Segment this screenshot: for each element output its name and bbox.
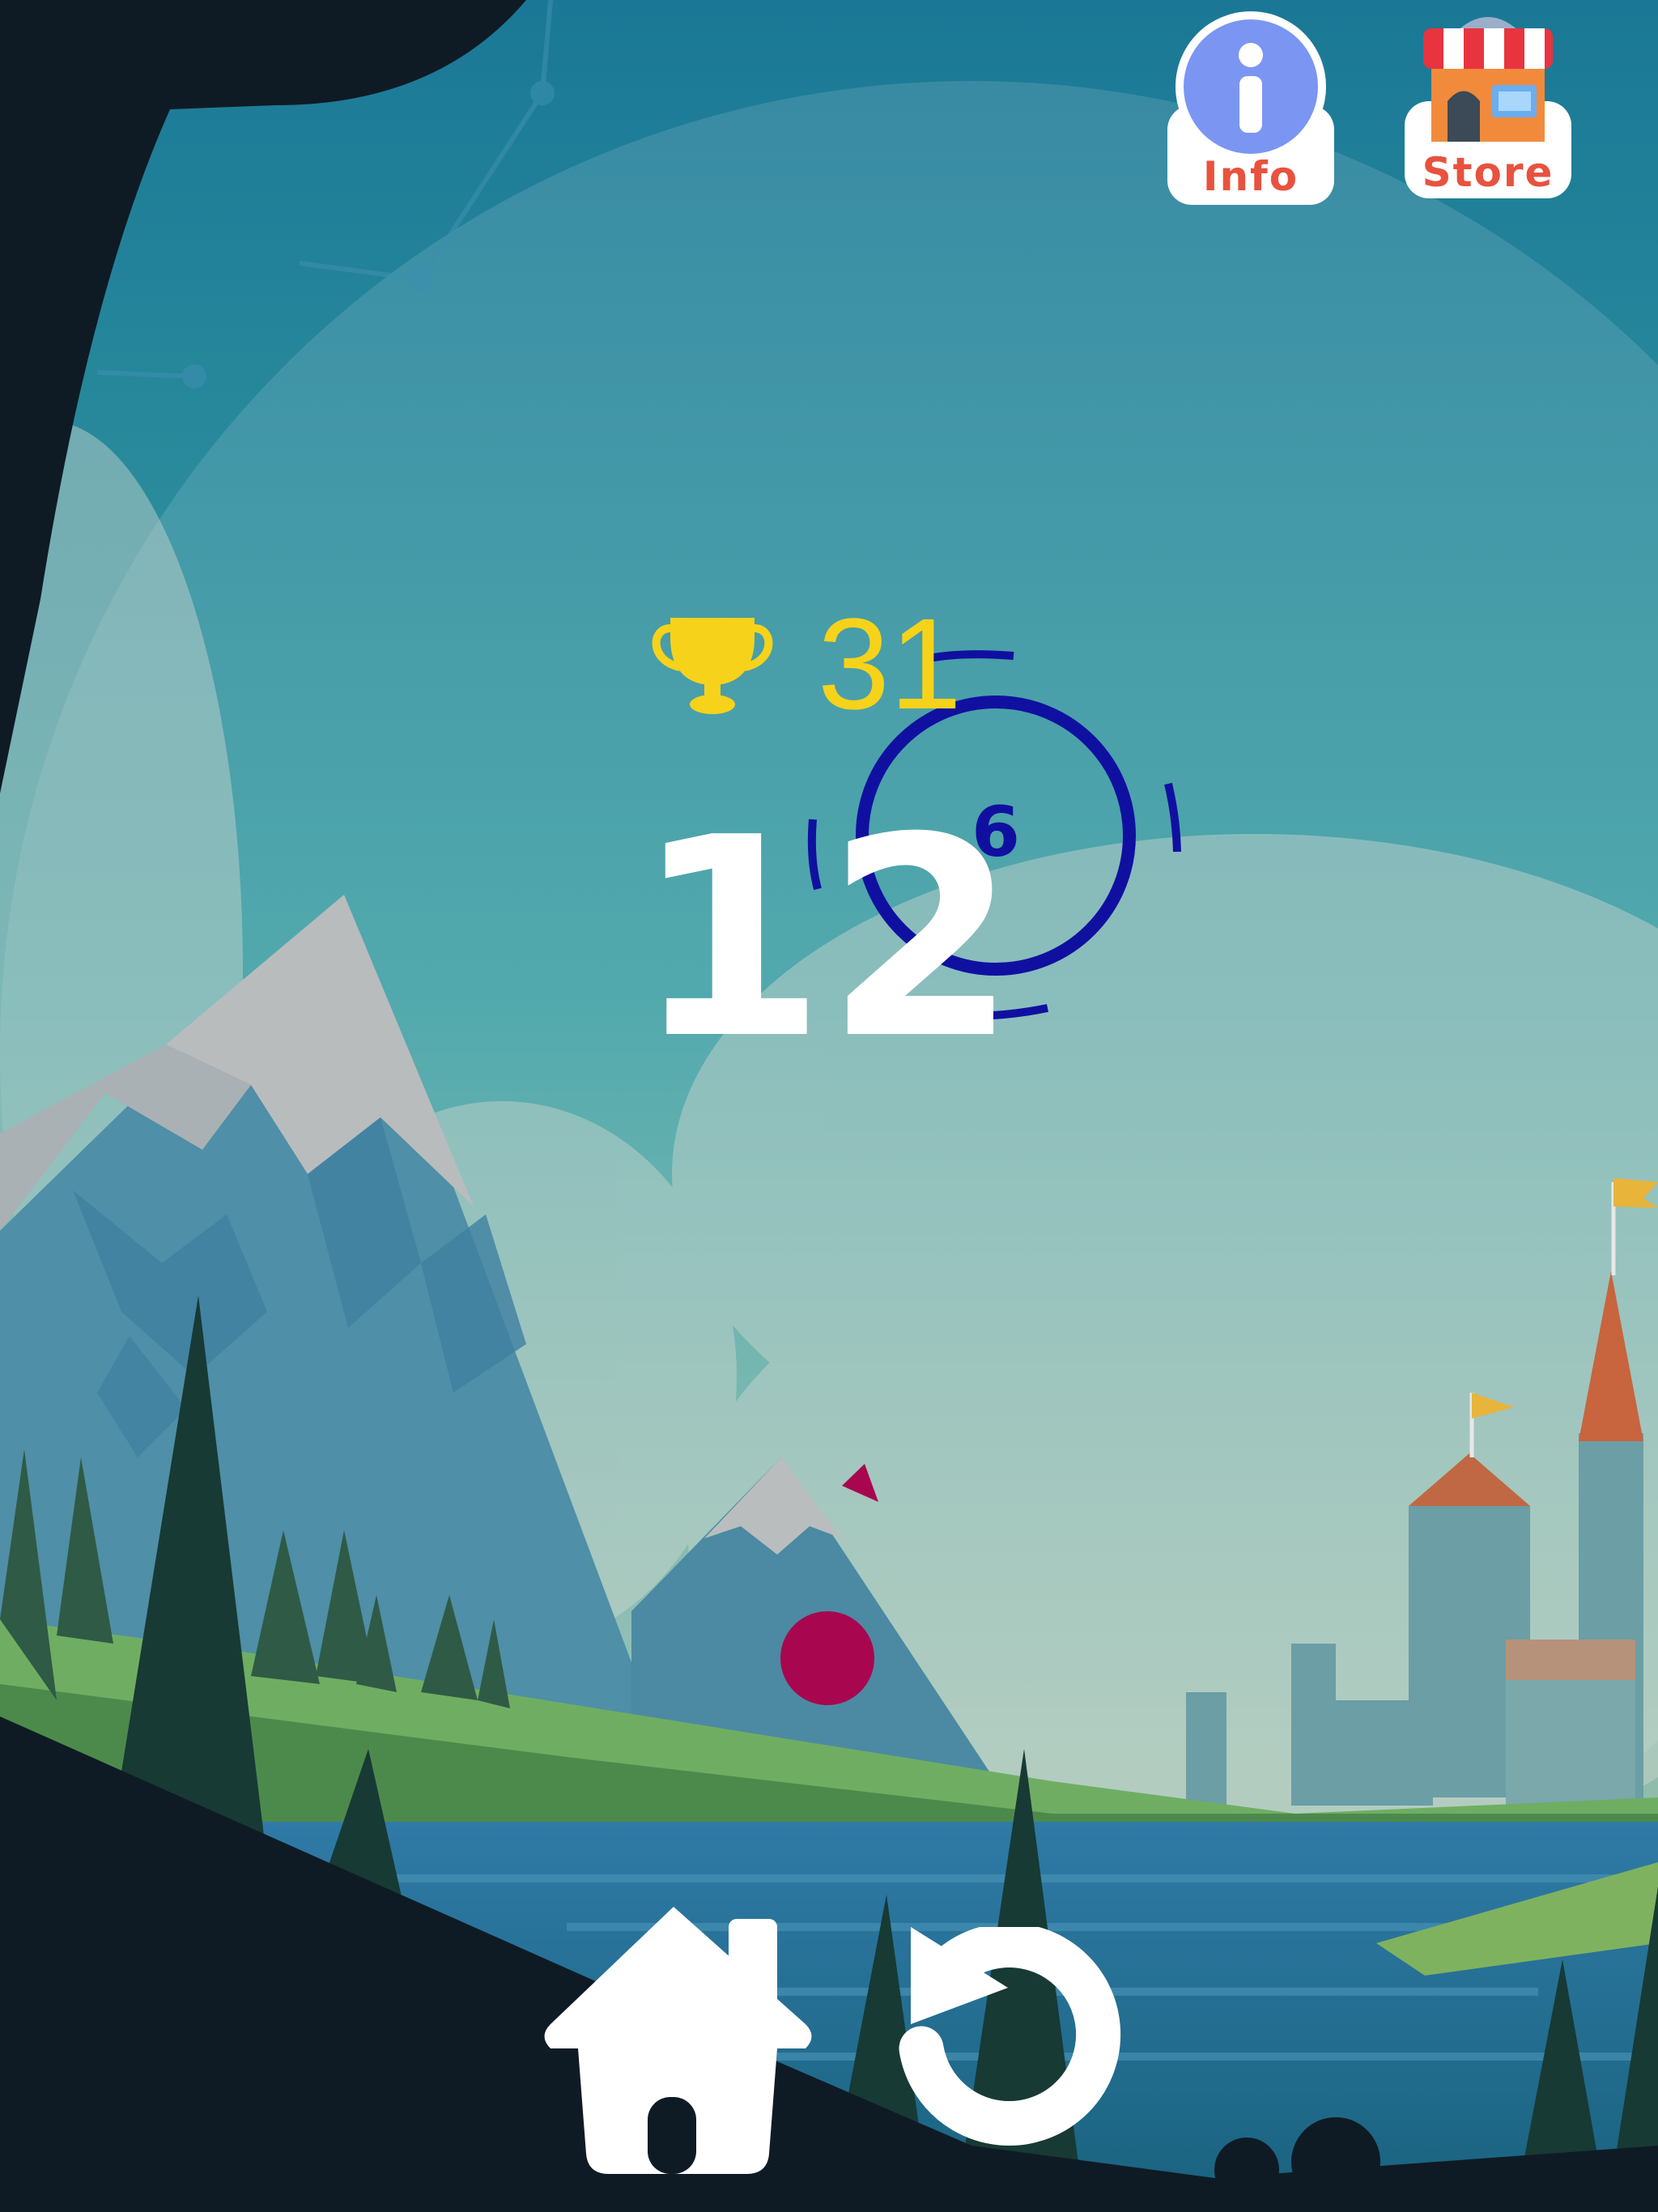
home-door [648,2097,696,2174]
restart-icon [899,1927,1121,2146]
target-counter: 6 [971,792,1020,873]
player-ball [780,1611,874,1705]
store-label: Store [1422,149,1554,196]
store-button[interactable]: Store [1403,4,1573,202]
best-score: 31 [648,599,962,729]
restart-button[interactable] [899,1927,1125,2158]
home-button[interactable] [534,1907,814,2174]
info-label: Info [1202,153,1299,200]
game-scene[interactable] [0,0,1658,2212]
info-button[interactable]: Info [1166,8,1336,206]
trophy-icon [652,617,773,714]
best-score-value: 31 [818,591,962,736]
